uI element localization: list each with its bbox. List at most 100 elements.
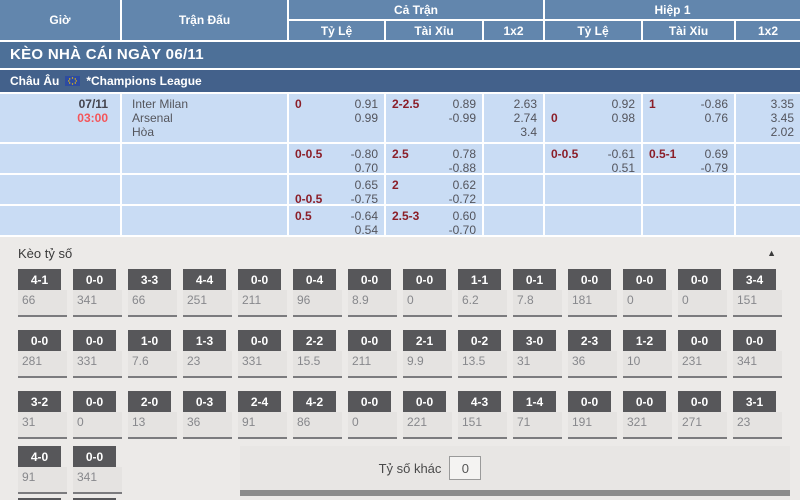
- score-tile[interactable]: 0-496: [293, 269, 342, 317]
- odds-value[interactable]: -0.99: [449, 111, 476, 125]
- odds-cell-h1-1x2[interactable]: [736, 206, 800, 235]
- score-tile[interactable]: 0-0231: [678, 330, 727, 378]
- score-tile[interactable]: 3-4151: [733, 269, 782, 317]
- score-tile[interactable]: 0-0221: [403, 391, 452, 439]
- score-tile[interactable]: 0-336: [183, 391, 232, 439]
- odds-value[interactable]: 0.62: [453, 178, 476, 192]
- collapse-arrow-icon[interactable]: ▲: [767, 248, 776, 258]
- odds-value[interactable]: 0.76: [705, 111, 728, 125]
- odds-cell-h1-1x2[interactable]: [736, 144, 800, 173]
- odds-value[interactable]: -0.86: [701, 97, 728, 111]
- odds-value[interactable]: -0.75: [351, 192, 378, 204]
- odds-cell-h1-1x2[interactable]: [736, 175, 800, 204]
- odds-value[interactable]: 0.54: [355, 223, 378, 235]
- score-tile[interactable]: 1-471: [513, 391, 562, 439]
- odds-cell-h1-handicap[interactable]: [545, 175, 641, 204]
- odds-cell-ft-overunder[interactable]: 2.5-30.60-0.70: [386, 206, 482, 235]
- score-tile[interactable]: 0-0341: [73, 446, 122, 496]
- score-tile[interactable]: 0-00: [623, 269, 672, 317]
- other-score-value-box[interactable]: 0: [449, 456, 481, 480]
- score-tile[interactable]: 4-091: [18, 446, 67, 496]
- score-tile[interactable]: 4-286: [293, 391, 342, 439]
- score-tile[interactable]: 1-16.2: [458, 269, 507, 317]
- odds-cell-ft-overunder[interactable]: 2-2.50.89-0.99: [386, 94, 482, 142]
- odds-value[interactable]: 0.51: [612, 161, 635, 173]
- odds-cell-ft-1x2[interactable]: [484, 206, 543, 235]
- odds-cell-h1-1x2[interactable]: 3.353.452.02: [736, 94, 800, 142]
- score-tile[interactable]: 0-0331: [73, 330, 122, 378]
- score-label: 2-4: [238, 391, 281, 412]
- odds-value[interactable]: 0.60: [453, 209, 476, 223]
- odds-cell-ft-handicap[interactable]: 0.5-0.640.54: [289, 206, 384, 235]
- odds-value[interactable]: -0.88: [449, 161, 476, 173]
- score-tile[interactable]: 3-031: [513, 330, 562, 378]
- odds-cell-ft-handicap[interactable]: 0 0.910.99: [289, 94, 384, 142]
- score-tile[interactable]: 2-013: [128, 391, 177, 439]
- odds-cell-ft-overunder[interactable]: 2.50.78-0.88: [386, 144, 482, 173]
- odds-value[interactable]: 0.70: [355, 161, 378, 173]
- odds-value[interactable]: -0.70: [449, 223, 476, 235]
- odds-cell-h1-overunder[interactable]: 1-0.860.76: [643, 94, 734, 142]
- score-tile[interactable]: 2-336: [568, 330, 617, 378]
- score-tile[interactable]: 2-491: [238, 391, 287, 439]
- odds-cell-ft-1x2[interactable]: [484, 144, 543, 173]
- score-tile[interactable]: 0-0341: [73, 269, 122, 317]
- odds-value[interactable]: 0.91: [355, 97, 378, 111]
- score-tile[interactable]: 0-0281: [18, 330, 67, 378]
- odds-value[interactable]: -0.72: [449, 192, 476, 204]
- score-tile[interactable]: 0-00: [678, 269, 727, 317]
- score-tile[interactable]: 0-0211: [348, 330, 397, 378]
- odds-value[interactable]: 0.92: [612, 97, 635, 111]
- odds-value[interactable]: -0.64: [351, 209, 378, 223]
- score-tile[interactable]: 0-0181: [568, 269, 617, 317]
- odds-value[interactable]: 0.99: [355, 111, 378, 125]
- odds-cell-ft-handicap[interactable]: 0.650-0.5-0.75: [289, 175, 384, 204]
- score-tile[interactable]: 4-166: [18, 269, 67, 317]
- score-tile[interactable]: 4-3151: [458, 391, 507, 439]
- odds-value[interactable]: -0.80: [351, 147, 378, 161]
- score-tile[interactable]: 3-366: [128, 269, 177, 317]
- odds-value[interactable]: -0.79: [701, 161, 728, 173]
- odds-cell-h1-overunder[interactable]: 0.5-10.69-0.79: [643, 144, 734, 173]
- score-tile[interactable]: 1-210: [623, 330, 672, 378]
- odds-cell-ft-1x2[interactable]: 2.632.743.4: [484, 94, 543, 142]
- score-tile[interactable]: 0-213.5: [458, 330, 507, 378]
- score-tile[interactable]: 3-123: [733, 391, 782, 439]
- score-tile[interactable]: 2-19.9: [403, 330, 452, 378]
- score-tile[interactable]: 0-00: [403, 269, 452, 317]
- odds-value[interactable]: -0.61: [608, 147, 635, 161]
- score-tile[interactable]: 1-07.6: [128, 330, 177, 378]
- score-label: 0-0: [73, 446, 116, 467]
- handicap-line: 0: [295, 97, 302, 111]
- score-tile[interactable]: 4-4251: [183, 269, 232, 317]
- score-tile[interactable]: 0-0331: [238, 330, 287, 378]
- score-tile[interactable]: 0-08.9: [348, 269, 397, 317]
- score-tile[interactable]: 0-0191: [568, 391, 617, 439]
- odds-cell-h1-overunder[interactable]: [643, 175, 734, 204]
- odds-value[interactable]: 0.98: [612, 111, 635, 125]
- score-tile[interactable]: 0-0211: [238, 269, 287, 317]
- score-tile[interactable]: 2-215.5: [293, 330, 342, 378]
- odds-cell-ft-1x2[interactable]: [484, 175, 543, 204]
- score-tile[interactable]: 0-0341: [733, 330, 782, 378]
- score-tile[interactable]: 0-0271: [678, 391, 727, 439]
- odds-value[interactable]: 0.69: [705, 147, 728, 161]
- odds-value[interactable]: 0.65: [355, 178, 378, 192]
- score-tile[interactable]: 0-00: [348, 391, 397, 439]
- league-row[interactable]: Châu Âu *Champions League: [0, 70, 800, 92]
- score-tile[interactable]: 1-323: [183, 330, 232, 378]
- odds-cell-h1-handicap[interactable]: 0.9200.98: [545, 94, 641, 142]
- odds-cell-h1-handicap[interactable]: 0-0.5-0.610.51: [545, 144, 641, 173]
- odds-cell-h1-overunder[interactable]: [643, 206, 734, 235]
- odds-cell-h1-handicap[interactable]: [545, 206, 641, 235]
- match-time-cell: [0, 206, 120, 235]
- odds-value[interactable]: 0.78: [453, 147, 476, 161]
- score-label: 4-4: [183, 269, 226, 290]
- odds-value[interactable]: 0.89: [453, 97, 476, 111]
- score-tile[interactable]: 3-231: [18, 391, 67, 439]
- score-tile[interactable]: 0-17.8: [513, 269, 562, 317]
- odds-cell-ft-overunder[interactable]: 20.62-0.72: [386, 175, 482, 204]
- score-tile[interactable]: 0-0321: [623, 391, 672, 439]
- score-tile[interactable]: 0-00: [73, 391, 122, 439]
- odds-cell-ft-handicap[interactable]: 0-0.5-0.800.70: [289, 144, 384, 173]
